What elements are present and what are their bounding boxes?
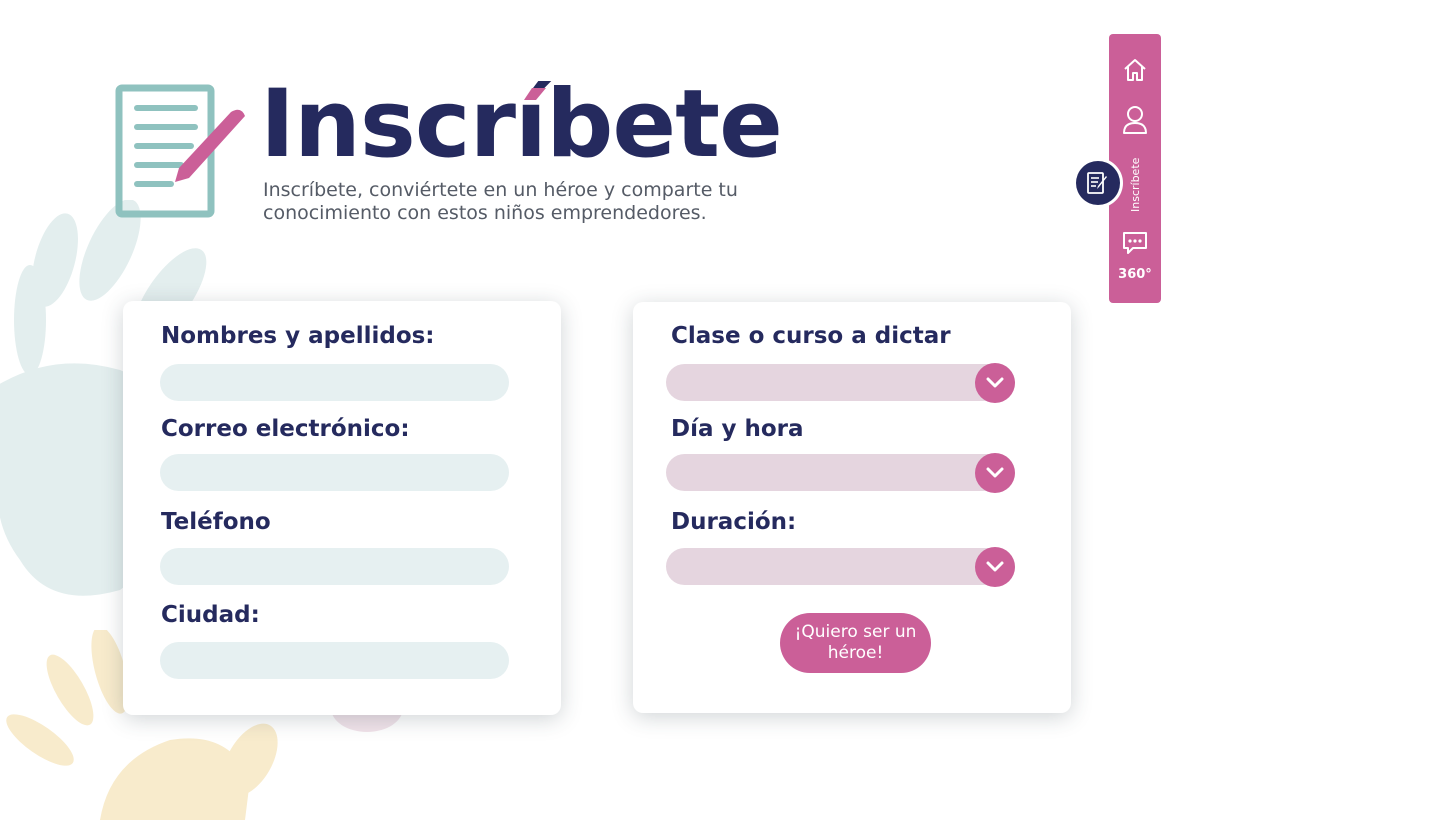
submit-button[interactable]: ¡Quiero ser un héroe! (780, 613, 931, 673)
chevron-down-icon (986, 561, 1004, 572)
nav-home[interactable] (1109, 56, 1161, 84)
title-accent-mark (524, 88, 546, 100)
chevron-down-icon (986, 377, 1004, 388)
course-select[interactable] (666, 363, 1015, 403)
schedule-dropdown-button[interactable] (975, 453, 1015, 493)
city-input[interactable] (160, 642, 509, 679)
home-icon (1124, 59, 1146, 81)
email-label: Correo electrónico: (161, 416, 410, 442)
personal-info-card: Nombres y apellidos: Correo electrónico:… (123, 301, 561, 715)
schedule-label: Día y hora (671, 416, 804, 442)
duration-label: Duración: (671, 509, 797, 535)
duration-dropdown-button[interactable] (975, 547, 1015, 587)
name-input[interactable] (160, 364, 509, 401)
active-nav-circle (1076, 161, 1120, 205)
phone-label: Teléfono (161, 509, 271, 535)
user-icon (1123, 106, 1147, 134)
schedule-select[interactable] (666, 453, 1015, 493)
nav-chat[interactable] (1109, 230, 1161, 256)
chat-icon (1123, 232, 1147, 254)
active-nav-indicator[interactable] (1073, 158, 1123, 208)
page-title: Inscríbete (260, 70, 783, 179)
nav-profile[interactable] (1109, 105, 1161, 135)
city-label: Ciudad: (161, 602, 260, 628)
course-info-card: Clase o curso a dictar Día y hora Duraci… (633, 302, 1071, 713)
page-subtitle: Inscríbete, conviértete en un héroe y co… (263, 179, 738, 224)
chevron-down-icon (986, 467, 1004, 478)
nav-360[interactable]: 360° (1109, 267, 1161, 282)
edit-document-icon (1087, 172, 1107, 194)
course-dropdown-button[interactable] (975, 363, 1015, 403)
course-label: Clase o curso a dictar (671, 323, 951, 349)
email-input[interactable] (160, 454, 509, 491)
signup-form-icon (115, 84, 245, 218)
duration-select[interactable] (666, 547, 1015, 587)
phone-input[interactable] (160, 548, 509, 585)
nav-inscribete-label: Inscríbete (1129, 157, 1142, 212)
name-label: Nombres y apellidos: (161, 323, 435, 349)
